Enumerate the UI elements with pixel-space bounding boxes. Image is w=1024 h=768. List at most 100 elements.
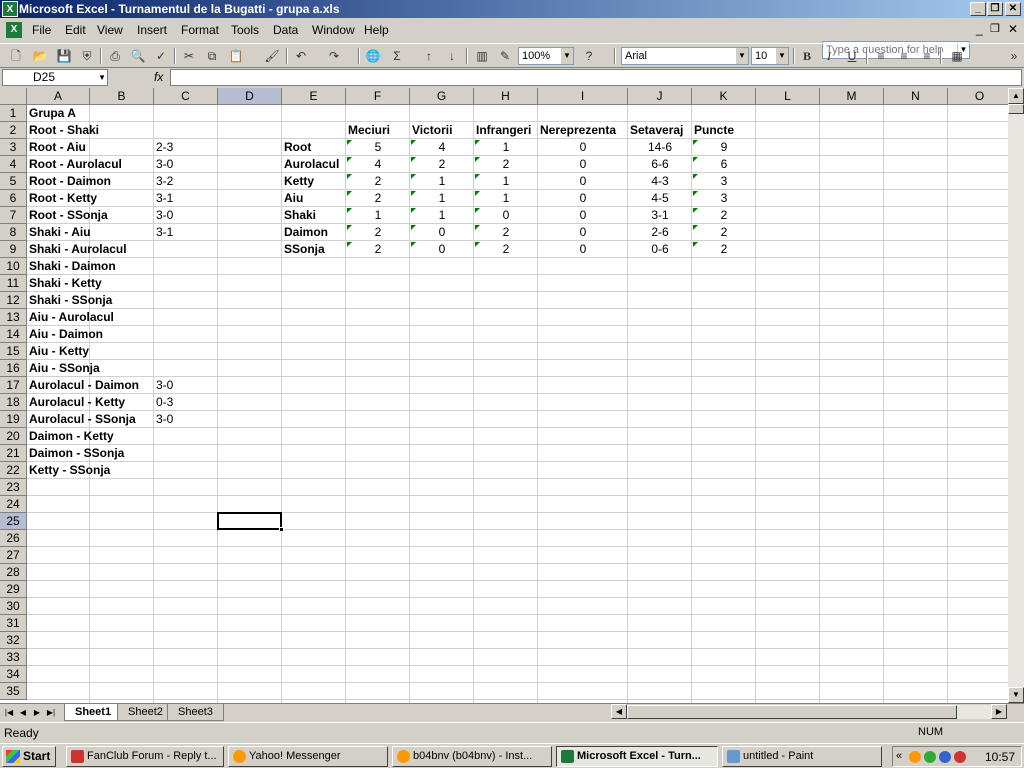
match-cell[interactable]: Aiu - Ketty	[27, 343, 89, 360]
spelling-icon[interactable]: ✓	[152, 47, 170, 65]
stat-cell[interactable]: 0	[538, 241, 628, 258]
match-cell[interactable]: Root - Aiu	[27, 139, 86, 156]
stat-cell[interactable]: 4	[346, 156, 410, 173]
stat-cell[interactable]: 2	[346, 190, 410, 207]
last-sheet-icon[interactable]: ▶|	[45, 706, 57, 720]
row-header-27[interactable]: 27	[0, 547, 27, 564]
row-header-7[interactable]: 7	[0, 207, 27, 224]
column-header-l[interactable]: L	[756, 88, 820, 105]
stat-cell[interactable]: 1	[410, 190, 474, 207]
task-forum[interactable]: FanClub Forum - Reply t...	[66, 746, 224, 767]
menu-window[interactable]: Window	[312, 23, 355, 37]
volume-tray-icon[interactable]	[954, 751, 966, 763]
row-header-14[interactable]: 14	[0, 326, 27, 343]
close-button[interactable]: ✕	[1005, 2, 1021, 16]
row-header-8[interactable]: 8	[0, 224, 27, 241]
row-header-1[interactable]: 1	[0, 105, 27, 122]
excel-app-icon[interactable]: X	[2, 1, 18, 17]
stat-cell[interactable]: 1	[410, 173, 474, 190]
copy-icon[interactable]: ⧉	[203, 47, 221, 65]
stat-cell[interactable]: 0	[538, 156, 628, 173]
permission-icon[interactable]: ⛨	[78, 47, 96, 65]
horizontal-scroll-thumb[interactable]	[627, 705, 957, 719]
row-header-6[interactable]: 6	[0, 190, 27, 207]
align-right-icon[interactable]: ≡	[918, 47, 936, 65]
worksheet-grid[interactable]: A B C D E F G H I J K L M N O 1 2 3 4 5 6 7 8 9 10 11 12 13 14 15 16 17…	[0, 88, 1008, 703]
menu-file[interactable]: File	[32, 23, 51, 37]
scroll-right-icon[interactable]: ▶	[991, 704, 1007, 719]
column-header-d[interactable]: D	[218, 88, 282, 105]
score-cell[interactable]: 3-0	[154, 156, 218, 173]
stat-cell[interactable]: 6	[692, 156, 756, 173]
match-cell[interactable]: Aiu - Aurolacul	[27, 309, 114, 326]
underline-icon[interactable]: U	[843, 47, 861, 65]
column-header-f[interactable]: F	[346, 88, 410, 105]
stat-cell[interactable]: 2-6	[628, 224, 692, 241]
stat-cell[interactable]: 0	[538, 173, 628, 190]
tab-sheet1[interactable]: Sheet1	[64, 704, 123, 721]
stat-cell[interactable]: 3	[692, 173, 756, 190]
menu-tools[interactable]: Tools	[231, 23, 259, 37]
stat-cell[interactable]: 2	[346, 173, 410, 190]
stat-cell[interactable]: 4-3	[628, 173, 692, 190]
stat-cell[interactable]: 4-5	[628, 190, 692, 207]
match-cell[interactable]: Ketty - SSonja	[27, 462, 110, 479]
stat-cell[interactable]: 14-6	[628, 139, 692, 156]
scroll-down-icon[interactable]: ▼	[1008, 687, 1024, 703]
stat-cell[interactable]: 2	[692, 224, 756, 241]
stat-cell[interactable]: 4	[410, 139, 474, 156]
standings-header[interactable]: Nereprezenta	[538, 122, 616, 139]
hyperlink-icon[interactable]: 🌐	[364, 47, 382, 65]
scroll-up-icon[interactable]: ▲	[1008, 88, 1024, 104]
align-center-icon[interactable]: ≡	[895, 47, 913, 65]
score-cell[interactable]: 3-1	[154, 190, 218, 207]
standings-header[interactable]: Infrangeri	[474, 122, 531, 139]
stat-cell[interactable]: 1	[346, 207, 410, 224]
stat-cell[interactable]: 2	[692, 241, 756, 258]
row-header-35[interactable]: 35	[0, 683, 27, 700]
name-box[interactable]: D25 ▼	[2, 69, 108, 86]
stat-cell[interactable]: 0	[538, 224, 628, 241]
stat-cell[interactable]: 2	[474, 224, 538, 241]
chevron-down-icon[interactable]: ▼	[736, 48, 748, 64]
column-header-e[interactable]: E	[282, 88, 346, 105]
workbook-close-icon[interactable]: ✕	[1008, 22, 1018, 36]
stat-cell[interactable]: 0	[410, 224, 474, 241]
row-header-10[interactable]: 10	[0, 258, 27, 275]
insert-function-icon[interactable]: fx	[154, 70, 163, 84]
row-header-29[interactable]: 29	[0, 581, 27, 598]
team-name-cell[interactable]: SSonja	[282, 241, 346, 258]
score-cell[interactable]: 3-2	[154, 173, 218, 190]
column-header-a[interactable]: A	[27, 88, 90, 105]
network-tray-icon[interactable]	[924, 751, 936, 763]
workbook-icon[interactable]: X	[6, 22, 22, 38]
stat-cell[interactable]: 2	[692, 207, 756, 224]
match-cell[interactable]: Aiu - Daimon	[27, 326, 103, 343]
stat-cell[interactable]: 1	[474, 139, 538, 156]
row-header-13[interactable]: 13	[0, 309, 27, 326]
score-cell[interactable]: 3-1	[154, 224, 218, 241]
task-instant-message[interactable]: b04bnv (b04bnv) - Inst...	[392, 746, 552, 767]
stat-cell[interactable]: 1	[474, 173, 538, 190]
match-cell[interactable]: Root - SSonja	[27, 207, 108, 224]
row-header-4[interactable]: 4	[0, 156, 27, 173]
active-cell-d25[interactable]	[217, 512, 284, 532]
menu-insert[interactable]: Insert	[137, 23, 167, 37]
stat-cell[interactable]: 2	[410, 156, 474, 173]
match-cell[interactable]: Aurolacul - Ketty	[27, 394, 125, 411]
column-header-m[interactable]: M	[820, 88, 884, 105]
restore-button[interactable]: ❐	[987, 2, 1003, 16]
row-header-9[interactable]: 9	[0, 241, 27, 258]
stat-cell[interactable]: 2	[474, 241, 538, 258]
workbook-minimize-icon[interactable]: _	[976, 22, 983, 36]
chevron-down-icon[interactable]: ▼	[561, 48, 573, 64]
row-header-21[interactable]: 21	[0, 445, 27, 462]
sort-ascending-icon[interactable]: ↑	[420, 47, 438, 65]
format-painter-icon[interactable]: 🖌	[263, 47, 281, 65]
redo-icon[interactable]: ↷	[325, 47, 343, 65]
row-header-15[interactable]: 15	[0, 343, 27, 360]
match-cell[interactable]: Shaki - Ketty	[27, 275, 102, 292]
row-header-12[interactable]: 12	[0, 292, 27, 309]
match-cell[interactable]: Shaki - Daimon	[27, 258, 116, 275]
save-icon[interactable]: 💾	[55, 47, 73, 65]
